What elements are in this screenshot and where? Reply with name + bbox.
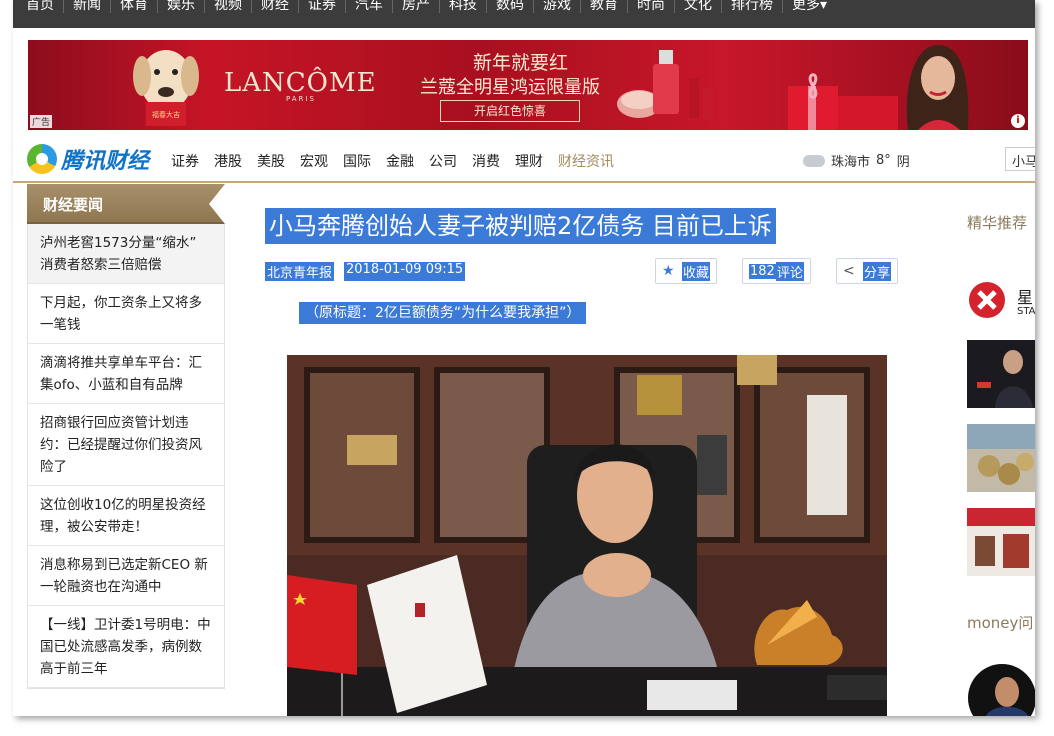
columnist-avatar[interactable] <box>967 658 1035 716</box>
news-link[interactable]: 滴滴将推共享单车平台：汇集ofo、小蓝和自有品牌 <box>28 344 224 404</box>
weather-widget: 珠海市 8° 阴 <box>803 151 916 170</box>
channel-link-active[interactable]: 财经资讯 <box>558 151 614 171</box>
comment-label: 评论 <box>775 261 804 281</box>
site-logo-text: 腾讯财经 <box>61 149 150 174</box>
ad-banner[interactable]: 福春大吉 LANCÔME PARIS 新年就要红 兰蔻全明星鸿运限量版 开启红色… <box>28 40 1028 130</box>
top-nav-item[interactable]: 游戏 <box>534 0 581 13</box>
channel-link[interactable]: 港股 <box>214 151 242 171</box>
share-label: 分享 <box>863 261 892 281</box>
recommend-sidebar: 精华推荐 星 STA money问 <box>965 184 1035 716</box>
channel-link[interactable]: 金融 <box>386 151 414 171</box>
channel-bar: 腾讯财经 证券 港股 美股 宏观 国际 金融 公司 消费 理财 财经资讯 珠海市… <box>13 137 1035 183</box>
top-nav: 首页 新闻 体育 娱乐 视频 财经 证券 汽车 房产 科技 数码 游戏 教育 时… <box>13 0 1035 28</box>
collect-label: 收藏 <box>682 261 711 281</box>
news-link[interactable]: 泸州老窖1573分量“缩水” 消费者怒索三倍赔偿 <box>28 224 224 284</box>
news-link[interactable]: 【一线】卫计委1号明电：中国已处流感高发季，病例数高于前三年 <box>28 606 224 688</box>
article-photo <box>287 355 887 716</box>
channel-link[interactable]: 美股 <box>257 151 285 171</box>
share-icon: < <box>843 263 855 279</box>
article-source[interactable]: 北京青年报 <box>265 262 335 281</box>
article-datetime: 2018-01-09 09:15 <box>344 262 466 281</box>
search-input[interactable]: 小马 <box>1005 147 1035 171</box>
dog-illustration: 福春大吉 <box>133 50 199 126</box>
browser-page: 首页 新闻 体育 娱乐 视频 财经 证券 汽车 房产 科技 数码 游戏 教育 时… <box>13 0 1035 716</box>
recommend-thumbnail[interactable] <box>967 340 1035 408</box>
top-nav-item[interactable]: 娱乐 <box>158 0 205 13</box>
dog-card-text: 福春大吉 <box>152 110 180 119</box>
top-nav-item[interactable]: 数码 <box>487 0 534 13</box>
money-section-header: money问 <box>967 614 1034 632</box>
channel-link[interactable]: 宏观 <box>300 151 328 171</box>
ad-subheadline: 兰蔻全明星鸿运限量版 <box>420 77 600 98</box>
top-nav-item[interactable]: 时尚 <box>628 0 675 13</box>
channel-link[interactable]: 公司 <box>429 151 457 171</box>
partner-logo-text: 星 <box>1017 288 1034 307</box>
comment-count: 182 <box>749 263 776 279</box>
sidebar-header: 财经要闻 <box>27 184 225 224</box>
star-logo-icon <box>969 282 1005 318</box>
ad-product-image <box>617 50 713 120</box>
top-nav-item[interactable]: 教育 <box>581 0 628 13</box>
article-meta: 北京青年报 2018-01-09 09:15 <box>265 262 466 281</box>
site-logo[interactable]: 腾讯财经 <box>27 143 149 175</box>
channel-nav: 证券 港股 美股 宏观 国际 金融 公司 消费 理财 财经资讯 <box>171 151 629 171</box>
news-link[interactable]: 消息称易到已选定新CEO 新一轮融资也在沟通中 <box>28 546 224 606</box>
recommend-header: 精华推荐 <box>967 214 1028 232</box>
news-link[interactable]: 下月起，你工资条上又将多一笔钱 <box>28 284 224 344</box>
top-nav-item[interactable]: 首页 <box>17 0 64 13</box>
top-nav-item[interactable]: 科技 <box>440 0 487 13</box>
channel-link[interactable]: 国际 <box>343 151 371 171</box>
ad-label: 广告 <box>30 115 53 128</box>
collect-button[interactable]: ★ 收藏 <box>655 258 718 284</box>
top-nav-item[interactable]: 排行榜 <box>722 0 783 13</box>
article-subtitle: （原标题：2亿巨额债务“为什么要我承担”） <box>299 302 587 324</box>
top-nav-item[interactable]: 房产 <box>393 0 440 13</box>
top-nav-item[interactable]: 视频 <box>205 0 252 13</box>
recommend-thumbnail[interactable] <box>967 424 1035 492</box>
cloud-icon <box>803 154 825 167</box>
top-nav-item[interactable]: 汽车 <box>346 0 393 13</box>
share-button[interactable]: < 分享 <box>836 258 899 284</box>
weather-city: 珠海市 <box>831 155 871 170</box>
news-link[interactable]: 招商银行回应资管计划违约：已经提醒过你们投资风险了 <box>28 404 224 486</box>
ad-brand-sub: PARIS <box>286 95 316 103</box>
finance-news-sidebar: 财经要闻 泸州老窖1573分量“缩水” 消费者怒索三倍赔偿 下月起，你工资条上又… <box>27 184 225 689</box>
ad-headline: 新年就要红 <box>473 52 569 74</box>
star-icon: ★ <box>662 263 675 279</box>
top-nav-item[interactable]: 体育 <box>111 0 158 13</box>
ad-cta-button[interactable]: 开启红色惊喜 <box>440 100 580 122</box>
ad-model-image <box>906 45 969 130</box>
top-nav-item[interactable]: 财经 <box>252 0 299 13</box>
article-title: 小马奔腾创始人妻子被判赔2亿债务 目前已上诉 <box>265 208 776 244</box>
top-nav-item[interactable]: 文化 <box>675 0 722 13</box>
partner-logo-sub: STA <box>1017 306 1035 317</box>
news-link[interactable]: 这位创收10亿的明星投资经理，被公安带走！ <box>28 486 224 546</box>
ad-info-icon[interactable]: i <box>1011 114 1025 128</box>
channel-link[interactable]: 理财 <box>515 151 543 171</box>
channel-link[interactable]: 消费 <box>472 151 500 171</box>
weather-temp: 8° <box>876 153 891 168</box>
weather-condition: 阴 <box>896 155 910 170</box>
top-nav-item[interactable]: 证券 <box>299 0 346 13</box>
top-nav-item[interactable]: 新闻 <box>64 0 111 13</box>
channel-link[interactable]: 证券 <box>171 151 199 171</box>
comment-button[interactable]: 182 评论 <box>742 258 811 284</box>
ad-brand: LANCÔME <box>224 68 377 98</box>
more-menu[interactable]: 更多▾ <box>783 0 836 13</box>
recommend-thumbnail[interactable] <box>967 508 1035 576</box>
tencent-logo-icon <box>27 144 57 174</box>
